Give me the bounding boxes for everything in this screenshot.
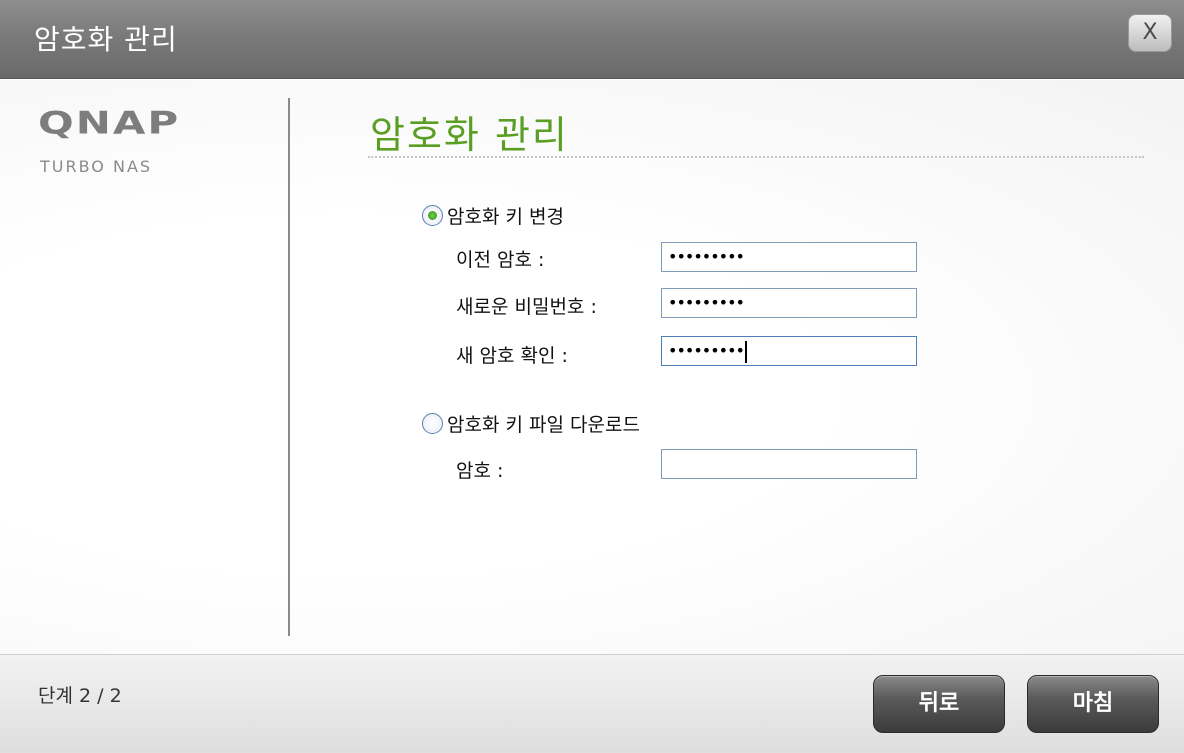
window-title: 암호화 관리 — [34, 23, 178, 56]
logo-wordmark: QNAP — [38, 104, 181, 141]
old-password-input[interactable]: ••••••••• — [661, 242, 917, 272]
text-caret — [744, 340, 747, 363]
logo-subtitle: TURBO NAS — [40, 157, 153, 176]
new-password-input[interactable]: ••••••••• — [661, 288, 917, 318]
page-heading: 암호화 관리 — [370, 113, 569, 157]
heading-dotted-divider — [368, 156, 1144, 158]
new-password-label: 새로운 비밀번호 : — [456, 296, 597, 318]
dialog-footer: 단계 2 / 2 뒤로 마침 — [0, 654, 1184, 753]
radio-button-selected[interactable] — [422, 205, 443, 226]
radio-download-key-file[interactable]: 암호화 키 파일 다운로드 — [422, 410, 640, 437]
finish-button[interactable]: 마침 — [1027, 675, 1159, 733]
old-password-label: 이전 암호 : — [456, 249, 545, 271]
password-label: 암호 : — [456, 460, 504, 482]
confirm-password-label: 새 암호 확인 : — [456, 345, 568, 367]
title-bar: 암호화 관리 X — [0, 0, 1184, 79]
qnap-logo: QNAP TURBO NAS — [38, 104, 181, 176]
confirm-password-input[interactable]: ••••••••• — [661, 336, 917, 366]
radio-change-key[interactable]: 암호화 키 변경 — [422, 202, 564, 229]
back-button[interactable]: 뒤로 — [873, 675, 1005, 733]
sidebar-divider — [288, 98, 290, 636]
password-input[interactable] — [661, 449, 917, 479]
confirm-password-value: ••••••••• — [668, 341, 745, 360]
radio-download-key-file-label: 암호화 키 파일 다운로드 — [447, 414, 640, 436]
dialog-content — [0, 80, 1184, 654]
close-button[interactable]: X — [1128, 14, 1172, 52]
radio-change-key-label: 암호화 키 변경 — [447, 206, 564, 228]
step-indicator: 단계 2 / 2 — [38, 685, 122, 707]
encryption-management-dialog: 암호화 관리 X QNAP TURBO NAS 암호화 관리 암호화 키 변경 … — [0, 0, 1184, 753]
radio-button-unselected[interactable] — [422, 413, 443, 434]
